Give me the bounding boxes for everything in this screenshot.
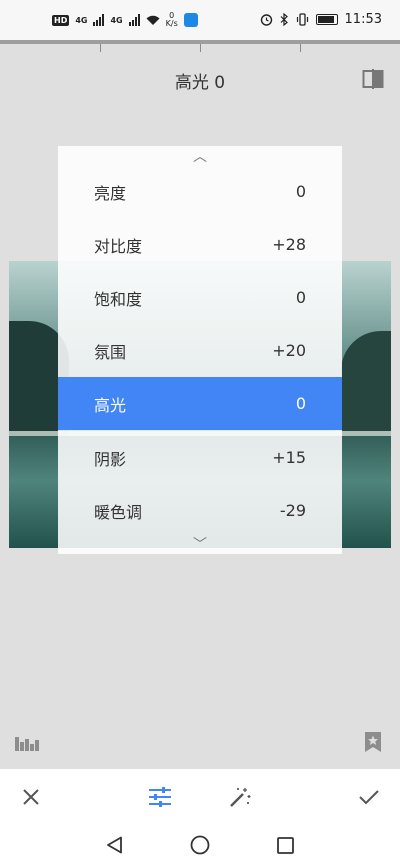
menu-item-warmth[interactable]: 暖色调 -29 [58,484,342,537]
status-left: HD 4G 4G 0 K/s [52,12,198,28]
back-icon [107,836,122,854]
menu-item-ambiance[interactable]: 氛围 +20 [58,324,342,377]
signal-icon [93,14,105,26]
alarm-icon [260,14,272,26]
menu-item-value: +20 [272,341,306,360]
recents-icon [276,836,294,854]
menu-item-label: 氛围 [94,342,127,362]
recents-button[interactable] [272,832,298,858]
top-tick [200,44,201,52]
menu-item-value: +15 [272,448,306,467]
menu-item-shadows[interactable]: 阴影 +15 [58,431,342,484]
home-button[interactable] [187,832,213,858]
menu-item-value: +28 [272,235,306,254]
menu-item-saturation[interactable]: 饱和度 0 [58,271,342,324]
network-type-2: 4G [110,15,123,25]
histogram-icon[interactable] [15,733,39,751]
menu-item-value: 0 [295,394,306,413]
apply-button[interactable] [344,769,394,824]
status-bar: HD 4G 4G 0 K/s 11:53 [0,0,400,40]
battery-icon [315,14,338,25]
menu-item-label: 阴影 [94,449,127,469]
tune-sliders-icon [149,786,171,807]
menu-item-value: -29 [279,501,306,520]
speed-unit: K/s [165,19,178,28]
adjustment-title: 高光 0 [174,73,226,93]
system-nav-bar [0,824,400,867]
menu-item-brightness[interactable]: 亮度 0 [58,165,342,218]
menu-item-label: 对比度 [94,236,143,256]
back-button[interactable] [102,832,128,858]
clock: 11:53 [344,12,382,27]
menu-item-label: 饱和度 [94,289,143,309]
bottom-toolbar [0,769,400,824]
app-notification-icon [183,13,198,27]
vibrate-icon [296,13,308,26]
photo-tree-right [341,331,391,441]
menu-item-highlights[interactable]: 高光 0 [58,377,342,430]
close-icon [23,788,39,805]
top-tick [100,44,101,52]
adjust-menu: ︿ 亮度 0 对比度 +28 饱和度 0 氛围 +20 高光 0 阴影 +15 … [58,146,342,554]
network-type-1: 4G [75,15,88,25]
hd-badge: HD [52,14,70,26]
menu-item-label: 高光 [94,395,127,415]
top-tick [300,44,301,52]
menu-item-value: 0 [295,182,306,201]
signal-icon-2 [128,14,140,26]
chevron-down-icon[interactable]: ﹀ [58,534,342,554]
network-speed: 0 K/s [166,12,178,28]
wifi-icon [146,15,160,25]
bluetooth-icon [280,13,288,26]
checkmark-icon [359,789,379,804]
cancel-button[interactable] [6,769,56,824]
menu-item-label: 亮度 [94,183,127,203]
menu-item-label: 暖色调 [94,502,143,522]
chevron-up-icon[interactable]: ︿ [58,146,342,166]
bookmark-star-icon[interactable] [365,732,381,752]
menu-item-value: 0 [295,288,306,307]
menu-item-contrast[interactable]: 对比度 +28 [58,218,342,271]
auto-adjust-button[interactable] [215,769,265,824]
status-right: 11:53 [260,12,382,27]
adjust-tools-button[interactable] [135,769,185,824]
magic-wand-icon [230,787,251,807]
home-icon [190,835,210,855]
compare-icon[interactable] [362,69,384,89]
